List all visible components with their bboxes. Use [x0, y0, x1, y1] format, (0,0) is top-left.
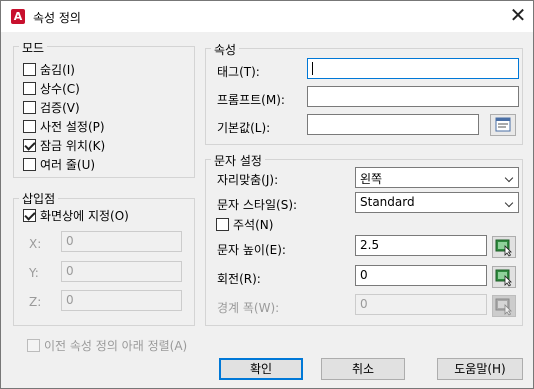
text-caret: [312, 62, 313, 75]
checkbox-multiple-lines[interactable]: 여러 줄(U): [23, 155, 95, 173]
checkbox-label: 화면상에 지정(O): [40, 208, 129, 223]
checkbox-label: 상수(C): [40, 81, 80, 96]
checkbox-lock-position[interactable]: 잠금 위치(K): [23, 136, 105, 154]
boundary-width-pick-button[interactable]: [492, 295, 516, 317]
checkbox-label: 여러 줄(U): [40, 157, 96, 172]
checkbox-align-below-previous[interactable]: 이전 속성 정의 아래 정렬(A): [27, 336, 187, 354]
chevron-down-icon: [504, 198, 514, 208]
checkbox-constant[interactable]: 상수(C): [23, 79, 80, 97]
checkbox-label: 숨김(I): [40, 62, 75, 77]
pick-point-icon: [495, 298, 512, 316]
text-settings-group-title: 문자 설정: [211, 152, 265, 169]
checkbox-verify[interactable]: 검증(V): [23, 98, 80, 116]
text-style-dropdown[interactable]: Standard: [355, 192, 519, 213]
checkbox-box: [27, 338, 40, 352]
justification-dropdown[interactable]: 왼쪽: [355, 167, 519, 188]
mode-group-title: 모드: [19, 39, 48, 56]
prompt-label: 프롬프트(M):: [217, 93, 285, 107]
checkbox-box: [23, 157, 36, 171]
checkbox-box: [23, 119, 36, 133]
checkbox-box-checked: [23, 138, 36, 152]
default-label: 기본값(L):: [217, 121, 271, 135]
text-style-value: Standard: [360, 195, 415, 209]
attribute-definition-dialog: A 속성 정의 ✕ 모드 숨김(I) 상수(C) 검증(V) 사전 설정(P) …: [0, 0, 534, 389]
checkbox-box: [23, 81, 36, 95]
x-field[interactable]: 0: [61, 231, 182, 252]
checkbox-label: 이전 속성 정의 아래 정렬(A): [44, 338, 188, 353]
rotation-input[interactable]: 0: [355, 265, 487, 286]
text-height-label: 문자 높이(E):: [217, 243, 286, 257]
checkbox-specify-on-screen[interactable]: 화면상에 지정(O): [23, 206, 129, 224]
x-label: X:: [29, 237, 42, 251]
attribute-group-title: 속성: [211, 41, 240, 58]
tag-input[interactable]: [307, 58, 519, 79]
checkbox-label: 검증(V): [40, 100, 80, 115]
justification-value: 왼쪽: [360, 172, 383, 186]
text-style-label: 문자 스타일(S):: [217, 198, 298, 212]
chevron-down-icon: [504, 173, 514, 183]
text-height-input[interactable]: 2.5: [355, 235, 487, 256]
title-bar: A 속성 정의 ✕: [1, 1, 533, 32]
boundary-width-label: 경계 폭(W):: [217, 301, 280, 315]
close-icon[interactable]: ✕: [505, 4, 531, 28]
y-label: Y:: [29, 266, 39, 280]
pick-point-icon: [495, 239, 512, 257]
insertion-point-group-title: 삽입점: [19, 190, 59, 207]
checkbox-box: [23, 100, 36, 114]
z-label: Z:: [29, 295, 42, 309]
ok-button[interactable]: 확인: [219, 358, 303, 380]
window-title: 속성 정의: [33, 11, 81, 25]
checkbox-box: [216, 217, 229, 231]
boundary-width-input[interactable]: 0: [355, 294, 487, 315]
checkbox-hidden[interactable]: 숨김(I): [23, 60, 75, 78]
justification-label: 자리맞춤(J):: [217, 173, 279, 187]
y-field[interactable]: 0: [61, 261, 182, 282]
checkbox-preset[interactable]: 사전 설정(P): [23, 117, 105, 135]
pick-point-icon: [495, 269, 512, 287]
checkbox-label: 주석(N): [233, 217, 274, 232]
tag-label: 태그(T):: [217, 65, 260, 79]
prompt-input[interactable]: [307, 86, 519, 107]
z-field[interactable]: 0: [61, 290, 182, 311]
rotation-pick-button[interactable]: [492, 266, 516, 288]
default-input[interactable]: [307, 114, 479, 135]
checkbox-label: 사전 설정(P): [40, 119, 105, 134]
autocad-app-icon: A: [11, 9, 25, 24]
help-button[interactable]: 도움말(H): [437, 358, 523, 380]
checkbox-box-checked: [23, 208, 36, 222]
cancel-button[interactable]: 취소: [321, 358, 405, 380]
checkbox-box: [23, 62, 36, 76]
rotation-label: 회전(R):: [217, 272, 261, 286]
text-height-pick-button[interactable]: [492, 236, 516, 258]
insert-field-icon: [495, 117, 511, 132]
checkbox-label: 잠금 위치(K): [40, 138, 106, 153]
insert-field-button[interactable]: [490, 114, 516, 136]
checkbox-annotative[interactable]: 주석(N): [216, 215, 273, 233]
